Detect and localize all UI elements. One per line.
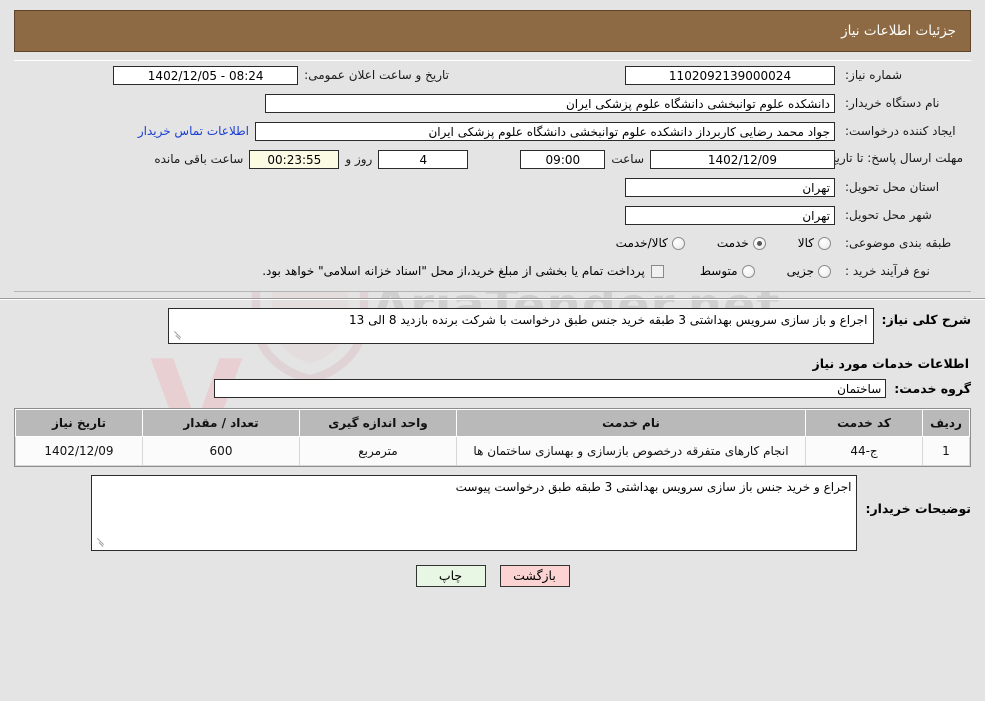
buyer-notes-textarea[interactable]: اجراع و خرید جنس باز سازی سرویس بهداشتی … <box>91 475 858 551</box>
need-description-label: شرح کلی نیاز: <box>881 312 971 327</box>
process-label: نوع فرآیند خرید : <box>845 264 930 278</box>
creator-label: ایجاد کننده درخواست: <box>845 124 956 138</box>
process-option-motavaset[interactable]: متوسط <box>700 264 755 278</box>
page-title: جزئیات اطلاعات نیاز <box>841 23 956 39</box>
remaining-timer-value: 00:23:55 <box>249 149 340 169</box>
resize-grip-icon[interactable] <box>171 330 183 342</box>
radio-motavaset-icon[interactable] <box>741 264 755 278</box>
buyer-notes-value: اجراع و خرید جنس باز سازی سرویس بهداشتی … <box>455 480 852 494</box>
row-buyer-notes: توضیحات خریدار: اجراع و خرید جنس باز ساز… <box>14 475 971 551</box>
radio-khedmat-label: خدمت <box>716 236 749 250</box>
remaining-hours-label: ساعت باقی مانده <box>154 152 244 166</box>
buyer-notes-section: توضیحات خریدار: اجراع و خرید جنس باز ساز… <box>0 467 985 551</box>
deadline-date-value: 1402/12/09 <box>650 149 835 169</box>
radio-khedmat-icon[interactable] <box>752 236 766 250</box>
row-need-number: شماره نیاز: 1102092139000024 تاریخ و ساع… <box>14 61 971 89</box>
row-process: نوع فرآیند خرید : جزیی متوسط پرداخت تمام… <box>14 257 971 291</box>
deadline-label: مهلت ارسال پاسخ: تا تاریخ: <box>824 151 963 166</box>
row-category: طبقه بندی موضوعی: کالا خدمت کالا/خدمت <box>14 229 971 257</box>
services-table: ردیف کد خدمت نام خدمت واحد اندازه گیری ت… <box>15 409 970 466</box>
resize-grip-notes-icon[interactable] <box>94 537 106 549</box>
category-option-khedmat[interactable]: خدمت <box>717 236 766 250</box>
page-root: جزئیات اطلاعات نیاز شماره نیاز: 11020921… <box>0 10 985 587</box>
deadline-hour-label: ساعت <box>611 152 644 166</box>
need-number-value: 1102092139000024 <box>625 65 835 85</box>
print-button[interactable]: چاپ <box>415 565 486 587</box>
row-need-description: شرح کلی نیاز: اجراع و باز سازی سرویس بهد… <box>14 308 971 344</box>
treasury-note-label: پرداخت تمام یا بخشی از مبلغ خرید،از محل … <box>262 264 645 278</box>
cell-name: انجام کارهای متفرقه درخصوص بازسازی و بهس… <box>456 436 806 466</box>
need-details-panel: شماره نیاز: 1102092139000024 تاریخ و ساع… <box>14 60 971 292</box>
cell-code: ج-44 <box>805 436 923 466</box>
process-option-jozii[interactable]: جزیی <box>787 264 831 278</box>
row-buyer-org: نام دستگاه خریدار: دانشکده علوم توانبخشی… <box>14 89 971 117</box>
service-group-value: ساختمان <box>214 379 887 398</box>
buyer-org-value: دانشکده علوم توانبخشی دانشگاه علوم پزشکی… <box>265 93 835 113</box>
remaining-days-label: روز و <box>345 152 373 166</box>
radio-motavaset-label: متوسط <box>699 264 738 278</box>
need-description-value: اجراع و باز سازی سرویس بهداشتی 3 طبقه خر… <box>349 313 868 327</box>
service-group-label: گروه خدمت: <box>894 381 971 396</box>
radio-kala-khedmat-icon[interactable] <box>671 236 685 250</box>
row-creator: ایجاد کننده درخواست: جواد محمد رضایی کار… <box>14 117 971 145</box>
category-option-kala-khedmat[interactable]: کالا/خدمت <box>616 236 685 250</box>
col-header-code: کد خدمت <box>805 409 923 437</box>
row-deadline: مهلت ارسال پاسخ: تا تاریخ: 1402/12/09 سا… <box>14 145 971 173</box>
public-announce-value: 08:24 - 1402/12/05 <box>113 65 299 85</box>
category-option-kala[interactable]: کالا <box>798 236 831 250</box>
creator-value: جواد محمد رضایی کاربرداز دانشکده علوم تو… <box>255 121 835 141</box>
buyer-contact-link[interactable]: اطلاعات تماس خریدار <box>138 124 249 138</box>
radio-kala-icon[interactable] <box>818 236 831 250</box>
need-description-textarea[interactable]: اجراع و باز سازی سرویس بهداشتی 3 طبقه خر… <box>167 308 874 344</box>
city-value: تهران <box>625 205 835 225</box>
province-value: تهران <box>625 177 835 197</box>
page-header: جزئیات اطلاعات نیاز <box>14 10 971 52</box>
category-label: طبقه بندی موضوعی: <box>845 236 952 250</box>
treasury-checkbox[interactable] <box>650 264 664 278</box>
row-service-group: گروه خدمت: ساختمان <box>14 379 971 398</box>
row-city: شهر محل تحویل: تهران <box>14 201 971 229</box>
province-label: استان محل تحویل: <box>845 180 940 194</box>
services-table-wrapper: ردیف کد خدمت نام خدمت واحد اندازه گیری ت… <box>14 408 971 467</box>
city-label: شهر محل تحویل: <box>845 208 932 222</box>
public-announce-label: تاریخ و ساعت اعلان عمومی: <box>304 68 449 82</box>
deadline-time-value: 09:00 <box>520 149 606 169</box>
buyer-notes-label: توضیحات خریدار: <box>865 501 971 516</box>
remaining-days-value: 4 <box>378 149 469 169</box>
table-header-row: ردیف کد خدمت نام خدمت واحد اندازه گیری ت… <box>15 409 970 437</box>
col-header-name: نام خدمت <box>456 409 806 437</box>
need-number-label: شماره نیاز: <box>845 68 902 82</box>
need-description-section: شرح کلی نیاز: اجراع و باز سازی سرویس بهد… <box>0 300 985 398</box>
radio-jozii-label: جزیی <box>786 264 814 278</box>
back-button[interactable]: بازگشت <box>499 565 570 587</box>
footer-actions: بازگشت چاپ <box>0 565 985 587</box>
cell-qty: 600 <box>142 436 300 466</box>
radio-jozii-icon[interactable] <box>818 264 831 278</box>
cell-radif: 1 <box>922 436 970 466</box>
col-header-radif: ردیف <box>922 409 970 437</box>
col-header-unit: واحد اندازه گیری <box>299 409 457 437</box>
table-row: 1 ج-44 انجام کارهای متفرقه درخصوص بازساز… <box>15 436 970 466</box>
buyer-org-label: نام دستگاه خریدار: <box>845 96 940 110</box>
col-header-date: تاریخ نیاز <box>15 409 143 437</box>
col-header-qty: تعداد / مقدار <box>142 409 300 437</box>
radio-kala-label: کالا <box>797 236 814 250</box>
services-section-heading: اطلاعات خدمات مورد نیاز <box>812 356 970 371</box>
radio-kala-khedmat-label: کالا/خدمت <box>615 236 668 250</box>
row-province: استان محل تحویل: تهران <box>14 173 971 201</box>
cell-date: 1402/12/09 <box>15 436 143 466</box>
cell-unit: مترمربع <box>299 436 457 466</box>
